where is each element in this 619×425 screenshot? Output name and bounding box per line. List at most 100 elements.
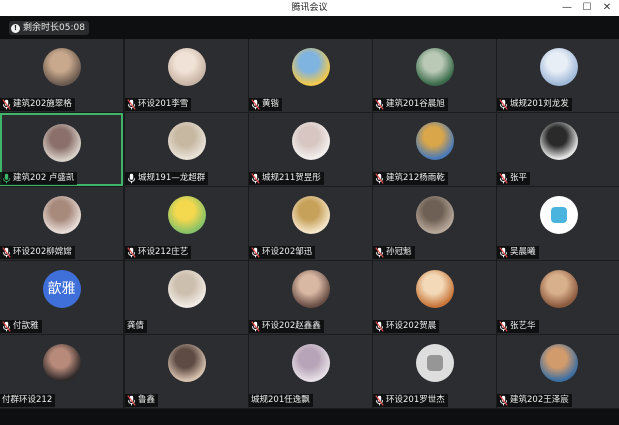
participant-avatar	[42, 344, 81, 382]
remaining-time-text: 剩余时长05:08	[23, 23, 85, 33]
participant-name: 城规191—龙超群	[138, 173, 206, 183]
participant-name: 环设212庄艺	[138, 247, 189, 257]
participant-name: 环设202柳嫦嫦	[13, 247, 72, 257]
participant-avatar	[415, 48, 454, 86]
participant-tile[interactable]: 歆雅 付歆雅	[0, 261, 123, 334]
participant-tile[interactable]: 环设201罗世杰	[373, 335, 496, 408]
participant-avatar	[539, 344, 578, 382]
maximize-button[interactable]: ☐	[577, 0, 597, 16]
participant-tile[interactable]: 张艺华	[497, 261, 619, 334]
participant-tile[interactable]: 城规191—龙超群	[125, 113, 248, 186]
mic-muted-icon	[499, 173, 508, 184]
participant-name-bar: 建筑202施翠格	[0, 98, 75, 111]
mic-muted-icon	[2, 321, 11, 332]
participant-name: 张艺华	[510, 321, 536, 331]
mic-muted-icon	[375, 321, 384, 332]
info-icon: !	[11, 23, 20, 33]
participant-tile[interactable]: 城规201刘龙发	[497, 39, 619, 112]
participant-tile[interactable]: 建筑201谷晨旭	[373, 39, 496, 112]
participant-name-bar: 付群环设212	[0, 394, 56, 407]
participant-tile[interactable]: 张平	[497, 113, 619, 186]
participant-name: 城规211贺昱彤	[262, 173, 321, 183]
participant-tile[interactable]: 城规201任逸飘	[249, 335, 372, 408]
participant-tile[interactable]: 环设202邹迅	[249, 187, 372, 260]
participant-avatar	[291, 196, 330, 234]
participant-name-bar: 龚倩	[125, 320, 148, 333]
participant-tile[interactable]: 付群环设212	[0, 335, 123, 408]
participant-name: 环设201罗世杰	[386, 395, 445, 405]
mic-muted-icon	[251, 173, 260, 184]
participant-tile[interactable]: 环设202赵鑫鑫	[249, 261, 372, 334]
participant-name-bar: 城规201任逸飘	[249, 394, 313, 407]
participant-avatar	[167, 344, 206, 382]
minimize-button[interactable]: —	[557, 0, 577, 16]
mic-muted-icon	[251, 247, 260, 258]
mic-muted-icon	[251, 99, 260, 110]
participant-tile[interactable]: 建筑202施翠格	[0, 39, 123, 112]
participant-avatar	[415, 344, 454, 382]
participant-tile[interactable]: 龚倩	[125, 261, 248, 334]
close-button[interactable]: ✕	[597, 0, 617, 16]
participant-avatar	[415, 196, 454, 234]
participant-name-bar: 环设202柳嫦嫦	[0, 246, 75, 259]
participant-avatar	[415, 122, 454, 160]
participant-name-bar: 城规211贺昱彤	[249, 172, 324, 185]
participant-tile[interactable]: 城规211贺昱彤	[249, 113, 372, 186]
participant-name-bar: 环设201罗世杰	[373, 394, 448, 407]
participant-tile[interactable]: 环设202柳嫦嫦	[0, 187, 123, 260]
mic-muted-icon	[499, 247, 508, 258]
mic-icon	[128, 173, 135, 184]
participant-avatar	[42, 196, 81, 234]
participant-avatar	[167, 196, 206, 234]
participant-tile[interactable]: 环设212庄艺	[125, 187, 248, 260]
participant-tile[interactable]: 鲁鑫	[125, 335, 248, 408]
participant-avatar	[291, 270, 330, 308]
participant-name: 付歆雅	[13, 321, 39, 331]
remaining-time-badge[interactable]: ! 剩余时长05:08	[9, 21, 89, 35]
participant-avatar	[167, 48, 206, 86]
participant-tile[interactable]: 环设202贺晨	[373, 261, 496, 334]
participant-name-bar: 环设212庄艺	[125, 246, 192, 259]
mic-muted-icon	[127, 99, 136, 110]
avatar-logo-shape	[426, 355, 443, 371]
participant-name-bar: 环设202赵鑫鑫	[249, 320, 324, 333]
participant-name: 孙冠魁	[386, 247, 412, 257]
mic-muted-icon	[251, 321, 260, 332]
participant-name-bar: 建筑201谷晨旭	[373, 98, 448, 111]
participant-name-bar: 付歆雅	[0, 320, 42, 333]
mic-muted-icon	[375, 99, 384, 110]
participant-avatar	[539, 122, 578, 160]
participant-avatar	[539, 48, 578, 86]
participant-tile[interactable]: 环设201李雪	[125, 39, 248, 112]
participant-name-bar: 城规191—龙超群	[125, 172, 209, 185]
mic-muted-icon	[499, 321, 508, 332]
participant-tile[interactable]: 建筑212杨雨乾	[373, 113, 496, 186]
participant-avatar	[539, 196, 578, 234]
participant-name-bar: 环设202邹迅	[249, 246, 316, 259]
mic-muted-icon	[2, 99, 11, 110]
participant-name-bar: 建筑202 卢盛凯	[0, 172, 78, 185]
participant-name: 环设202贺晨	[386, 321, 437, 331]
participant-name: 黄锴	[262, 99, 280, 109]
participant-tile[interactable]: 孙冠魁	[373, 187, 496, 260]
participant-tile[interactable]: 黄锴	[249, 39, 372, 112]
participant-name: 环设202邹迅	[262, 247, 313, 257]
mic-muted-icon	[499, 99, 508, 110]
mic-muted-icon	[375, 247, 384, 258]
mic-icon	[3, 173, 10, 184]
participant-name: 环设201李雪	[138, 99, 189, 109]
participant-tile[interactable]: 吴晨曦	[497, 187, 619, 260]
participant-avatar	[291, 48, 330, 86]
mic-muted-icon	[127, 247, 136, 258]
participant-avatar	[42, 48, 81, 86]
participant-tile[interactable]: 建筑202王泽宸	[497, 335, 619, 408]
participant-name-bar: 环设202贺晨	[373, 320, 440, 333]
participant-name-bar: 孙冠魁	[373, 246, 415, 259]
participant-avatar	[167, 122, 206, 160]
participant-avatar	[539, 270, 578, 308]
participant-name-bar: 城规201刘龙发	[497, 98, 572, 111]
avatar-logo-shape	[550, 207, 567, 223]
participant-name: 吴晨曦	[510, 247, 536, 257]
participant-tile[interactable]: 建筑202 卢盛凯	[0, 113, 123, 186]
participant-name: 张平	[510, 173, 528, 183]
